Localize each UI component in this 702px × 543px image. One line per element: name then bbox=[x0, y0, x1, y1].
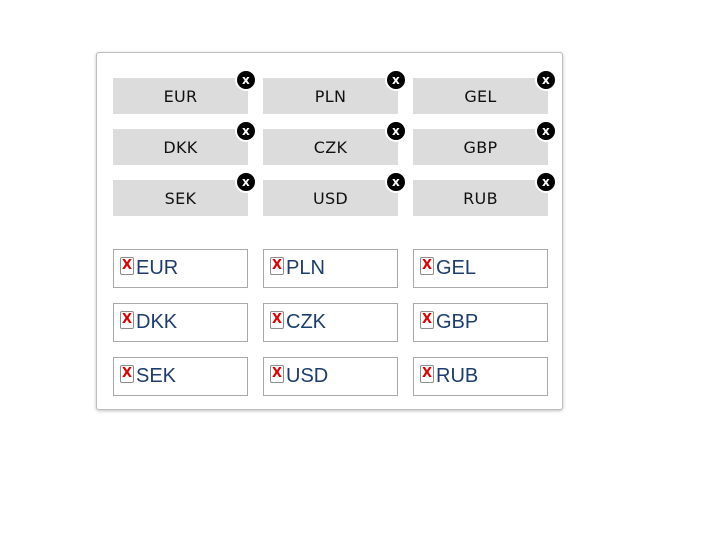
remove-icon[interactable]: X bbox=[270, 310, 284, 329]
chip-label: SEK bbox=[164, 188, 197, 208]
close-icon[interactable]: x bbox=[535, 120, 557, 142]
currency-box[interactable]: X CZK bbox=[263, 303, 398, 342]
remove-icon[interactable]: X bbox=[270, 364, 284, 383]
currency-box[interactable]: X SEK bbox=[113, 357, 248, 396]
box-label: GEL bbox=[436, 257, 477, 279]
box-label: GBP bbox=[436, 311, 479, 333]
box-label: DKK bbox=[136, 311, 178, 333]
currency-panel: EUR x PLN x GEL x DKK x CZK x GBP x SEK … bbox=[96, 52, 563, 410]
close-icon[interactable]: x bbox=[235, 120, 257, 142]
box-label: PLN bbox=[286, 257, 325, 279]
box-label: CZK bbox=[286, 311, 326, 333]
box-label: RUB bbox=[436, 365, 479, 387]
close-icon[interactable]: x bbox=[385, 69, 407, 91]
currency-chip[interactable]: CZK x bbox=[263, 120, 407, 165]
currency-box[interactable]: X RUB bbox=[413, 357, 548, 396]
chip-label: CZK bbox=[313, 137, 348, 157]
currency-chip[interactable]: SEK x bbox=[113, 171, 257, 216]
currency-chip[interactable]: RUB x bbox=[413, 171, 557, 216]
remove-icon[interactable]: X bbox=[120, 364, 134, 383]
currency-box[interactable]: X DKK bbox=[113, 303, 248, 342]
currency-chip-list: EUR x PLN x GEL x DKK x CZK x GBP x SEK … bbox=[113, 69, 557, 216]
currency-box[interactable]: X PLN bbox=[263, 249, 398, 288]
box-label: SEK bbox=[136, 365, 177, 387]
currency-chip[interactable]: USD x bbox=[263, 171, 407, 216]
currency-chip[interactable]: EUR x bbox=[113, 69, 257, 114]
currency-box[interactable]: X GBP bbox=[413, 303, 548, 342]
close-icon[interactable]: x bbox=[385, 120, 407, 142]
chip-label: USD bbox=[312, 188, 349, 208]
remove-icon[interactable]: X bbox=[420, 364, 434, 383]
chip-label: EUR bbox=[163, 86, 198, 106]
remove-icon[interactable]: X bbox=[120, 310, 134, 329]
currency-box[interactable]: X EUR bbox=[113, 249, 248, 288]
currency-chip[interactable]: DKK x bbox=[113, 120, 257, 165]
currency-box[interactable]: X USD bbox=[263, 357, 398, 396]
close-icon[interactable]: x bbox=[535, 69, 557, 91]
chip-label: PLN bbox=[314, 86, 347, 106]
chip-label: RUB bbox=[463, 188, 498, 208]
close-icon[interactable]: x bbox=[385, 171, 407, 193]
currency-chip[interactable]: GBP x bbox=[413, 120, 557, 165]
close-icon[interactable]: x bbox=[235, 171, 257, 193]
currency-box[interactable]: X GEL bbox=[413, 249, 548, 288]
remove-icon[interactable]: X bbox=[120, 256, 134, 275]
close-icon[interactable]: x bbox=[235, 69, 257, 91]
close-icon[interactable]: x bbox=[535, 171, 557, 193]
remove-icon[interactable]: X bbox=[420, 256, 434, 275]
remove-icon[interactable]: X bbox=[270, 256, 284, 275]
chip-label: DKK bbox=[163, 137, 198, 157]
currency-chip[interactable]: GEL x bbox=[413, 69, 557, 114]
box-label: EUR bbox=[136, 257, 179, 279]
chip-label: GEL bbox=[464, 86, 497, 106]
currency-box-list: X EUR X PLN X GEL X DKK X CZK X GBP X SE… bbox=[113, 249, 548, 396]
remove-icon[interactable]: X bbox=[420, 310, 434, 329]
chip-label: GBP bbox=[463, 137, 498, 157]
box-label: USD bbox=[286, 365, 329, 387]
currency-chip[interactable]: PLN x bbox=[263, 69, 407, 114]
